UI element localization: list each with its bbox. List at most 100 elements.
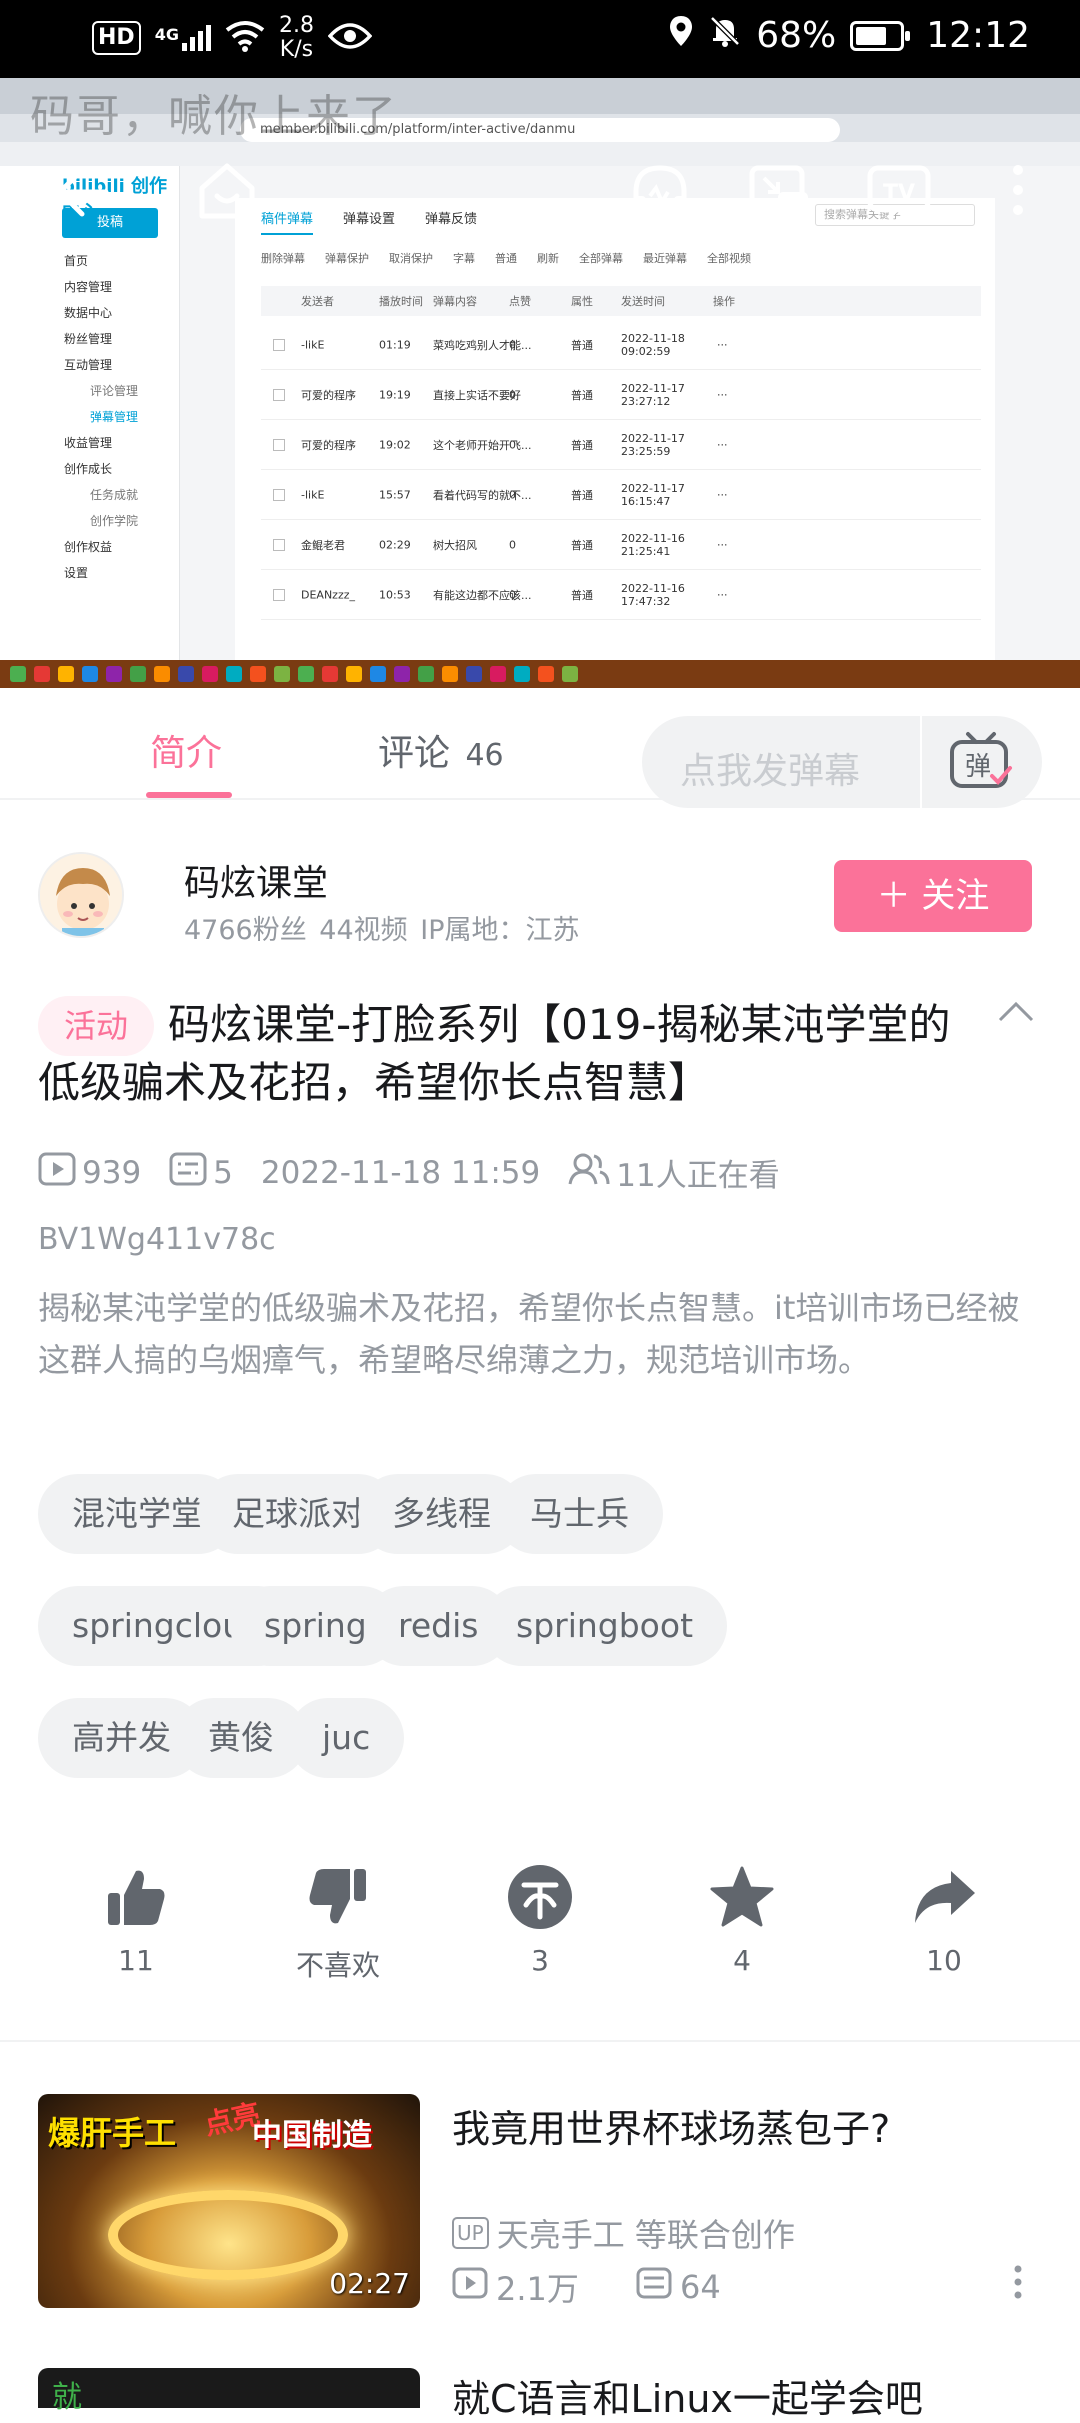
danmaku-toggle-icon[interactable]: 弹 — [948, 730, 1014, 792]
section-divider — [0, 2040, 1080, 2042]
detail-tabs-bar: 简介 评论 46 点我发弹幕 弹 — [0, 688, 1080, 808]
tag-chip[interactable]: springboot — [482, 1586, 728, 1666]
network-speed: 2.8 K/s — [278, 13, 314, 62]
panel-toolbar: 删除弹幕 弹幕保护 取消保护 字幕 普通 刷新 全部弹幕 最近弹幕 全部视频 — [261, 250, 751, 266]
recommended-thumbnail[interactable]: 就 — [38, 2368, 420, 2415]
like-count: 11 — [118, 1944, 154, 1977]
bvid: BV1Wg411v78c — [38, 1222, 276, 1257]
thumbs-up-icon — [56, 1862, 216, 1932]
recommended-title[interactable]: 就C语言和Linux一起学会吧 — [452, 2368, 923, 2423]
row-actions-icon: ··· — [717, 388, 728, 401]
more-vertical-icon[interactable] — [1010, 164, 1026, 216]
table-row: -likE 01:19 菜鸡吃鸡别人才能... 0 普通 2022-11-18 09:02… — [261, 320, 981, 370]
row-checkbox — [273, 438, 285, 451]
panel-toolbar-item: 最近弹幕 — [643, 252, 687, 265]
table-cell-time: 15:57 — [379, 488, 411, 501]
panel-toolbar-item: 弹幕保护 — [325, 252, 369, 265]
table-header-cell: 播放时间 — [379, 295, 423, 308]
panel-toolbar-item: 普通 — [495, 252, 517, 265]
recommended-thumbnail[interactable]: 爆肝手工 点亮 中国制造 02:27 — [38, 2094, 420, 2308]
tag-chip[interactable]: juc — [288, 1698, 405, 1778]
share-button[interactable]: 10 — [864, 1862, 1024, 1977]
danmaku-watermark: 码哥，喊你上来了 — [30, 91, 398, 142]
follow-button[interactable]: ＋ 关注 — [834, 860, 1032, 932]
table-header-cell: 弹幕内容 — [433, 295, 477, 308]
recommended-title[interactable]: 我竟用世界杯球场蒸包子? — [452, 2098, 890, 2153]
table-cell-sent: 2022-11-16 21:25:41 — [621, 531, 685, 558]
home-icon[interactable] — [196, 160, 258, 222]
avatar[interactable] — [38, 852, 124, 938]
video-player[interactable]: member.bilibili.com/platform/inter-activ… — [0, 78, 1080, 688]
table-cell-attr: 普通 — [571, 588, 593, 602]
tab-comments-label: 评论 — [378, 733, 451, 774]
more-vertical-icon[interactable] — [1012, 2264, 1024, 2304]
taskbar-app-icon — [562, 666, 578, 682]
taskbar-app-icon — [82, 666, 98, 682]
panel-tab: 稿件弹幕 — [261, 208, 314, 235]
table-cell-sent: 2022-11-18 09:02:59 — [621, 331, 685, 358]
recommended-uploader: UP 天亮手工 等联合创作 — [452, 2210, 795, 2256]
share-count: 10 — [926, 1944, 962, 1977]
row-checkbox — [273, 538, 285, 551]
taskbar-app-icon — [274, 666, 290, 682]
tv-cast-icon[interactable]: TV — [866, 160, 932, 222]
danmaku-management-panel: 稿件弹幕 弹幕设置 弹幕反馈 搜索弹幕关键字 删除弹幕 弹幕保护 取消保护 字幕 普通 刷新全… — [235, 198, 995, 668]
taskbar-app-icon — [202, 666, 218, 682]
danmaku-input[interactable]: 点我发弹幕 弹 — [642, 716, 1042, 808]
creator-menu-item: 创作成长 — [64, 462, 113, 476]
table-row: 金鲲老君 02:29 树大招风 0 普通 2022-11-16 21:25:41 ··· — [261, 520, 981, 570]
tab-comments-count: 46 — [465, 738, 504, 773]
table-cell-attr: 普通 — [571, 388, 593, 402]
chevron-up-icon[interactable] — [996, 1000, 1036, 1028]
video-duration: 02:27 — [329, 2267, 410, 2300]
thumbs-down-icon — [258, 1862, 418, 1932]
desktop-taskbar — [0, 660, 1080, 688]
creator-menu-item: 评论管理 — [90, 384, 139, 398]
uploader-name[interactable]: 码炫课堂 — [184, 854, 328, 906]
panel-toolbar-item: 删除弹幕 — [261, 252, 305, 265]
panel-tabs: 稿件弹幕 弹幕设置 弹幕反馈 — [261, 208, 477, 235]
video-title: 码炫课堂-打脸系列【019-揭秘某沌学堂的低级骗术及花招，希望你长点智慧】 — [38, 1000, 951, 1107]
tag-chip[interactable]: 马士兵 — [496, 1474, 663, 1554]
status-bar: HD 4G 2.8 K/s 68% 12:12 — [0, 0, 1080, 78]
headphones-icon[interactable] — [630, 162, 690, 220]
table-header-cell: 点赞 — [509, 295, 531, 308]
tab-comments[interactable]: 评论 46 — [378, 724, 504, 776]
table-header-cell: 属性 — [571, 295, 593, 308]
dislike-button[interactable]: 不喜欢 — [258, 1862, 418, 1984]
dislike-label: 不喜欢 — [295, 1949, 380, 1982]
tab-active-indicator — [146, 792, 232, 798]
creator-menu-item: 弹幕管理 — [90, 410, 139, 424]
creator-menu-item: 内容管理 — [64, 280, 113, 294]
table-cell-content: 树大招风 — [433, 538, 477, 552]
mute-bell-icon — [708, 14, 742, 57]
coin-button[interactable]: 3 — [460, 1862, 620, 1977]
svg-text:TV: TV — [883, 181, 915, 206]
row-actions-icon: ··· — [717, 338, 728, 351]
pip-icon[interactable] — [748, 162, 810, 220]
like-button[interactable]: 11 — [56, 1862, 216, 1977]
table-cell-time: 10:53 — [379, 588, 411, 601]
table-cell-content: 有能这边都不应该... — [433, 588, 532, 602]
creator-menu-item: 粉丝管理 — [64, 332, 113, 346]
favorite-button[interactable]: 4 — [662, 1862, 822, 1977]
table-cell-attr: 普通 — [571, 538, 593, 552]
battery-percent: 68% — [756, 15, 837, 56]
panel-toolbar-item: 字幕 — [453, 252, 475, 265]
play-count: 939 — [82, 1154, 142, 1191]
back-icon[interactable] — [52, 164, 112, 220]
hd-indicator: HD — [92, 21, 141, 55]
tab-intro[interactable]: 简介 — [150, 724, 222, 776]
wifi-icon — [225, 20, 265, 56]
danmaku-placeholder: 点我发弹幕 — [680, 751, 861, 792]
table-cell-time: 01:19 — [379, 338, 411, 351]
table-cell-content: 直接上实话不要好 — [433, 388, 521, 402]
panel-toolbar-item: 全部视频 — [707, 252, 751, 265]
taskbar-app-icon — [370, 666, 386, 682]
thumb-text-3: 中国制造 — [252, 2118, 372, 2153]
creator-menu-item: 任务成就 — [90, 488, 139, 502]
table-cell-sender: 可爱的程序 — [301, 388, 356, 402]
publish-date: 2022-11-18 11:59 — [260, 1154, 541, 1191]
panel-toolbar-item: 取消保护 — [389, 252, 433, 265]
table-header: 发送者 播放时间 弹幕内容 点赞 属性 发送时间 操作 — [261, 286, 981, 316]
